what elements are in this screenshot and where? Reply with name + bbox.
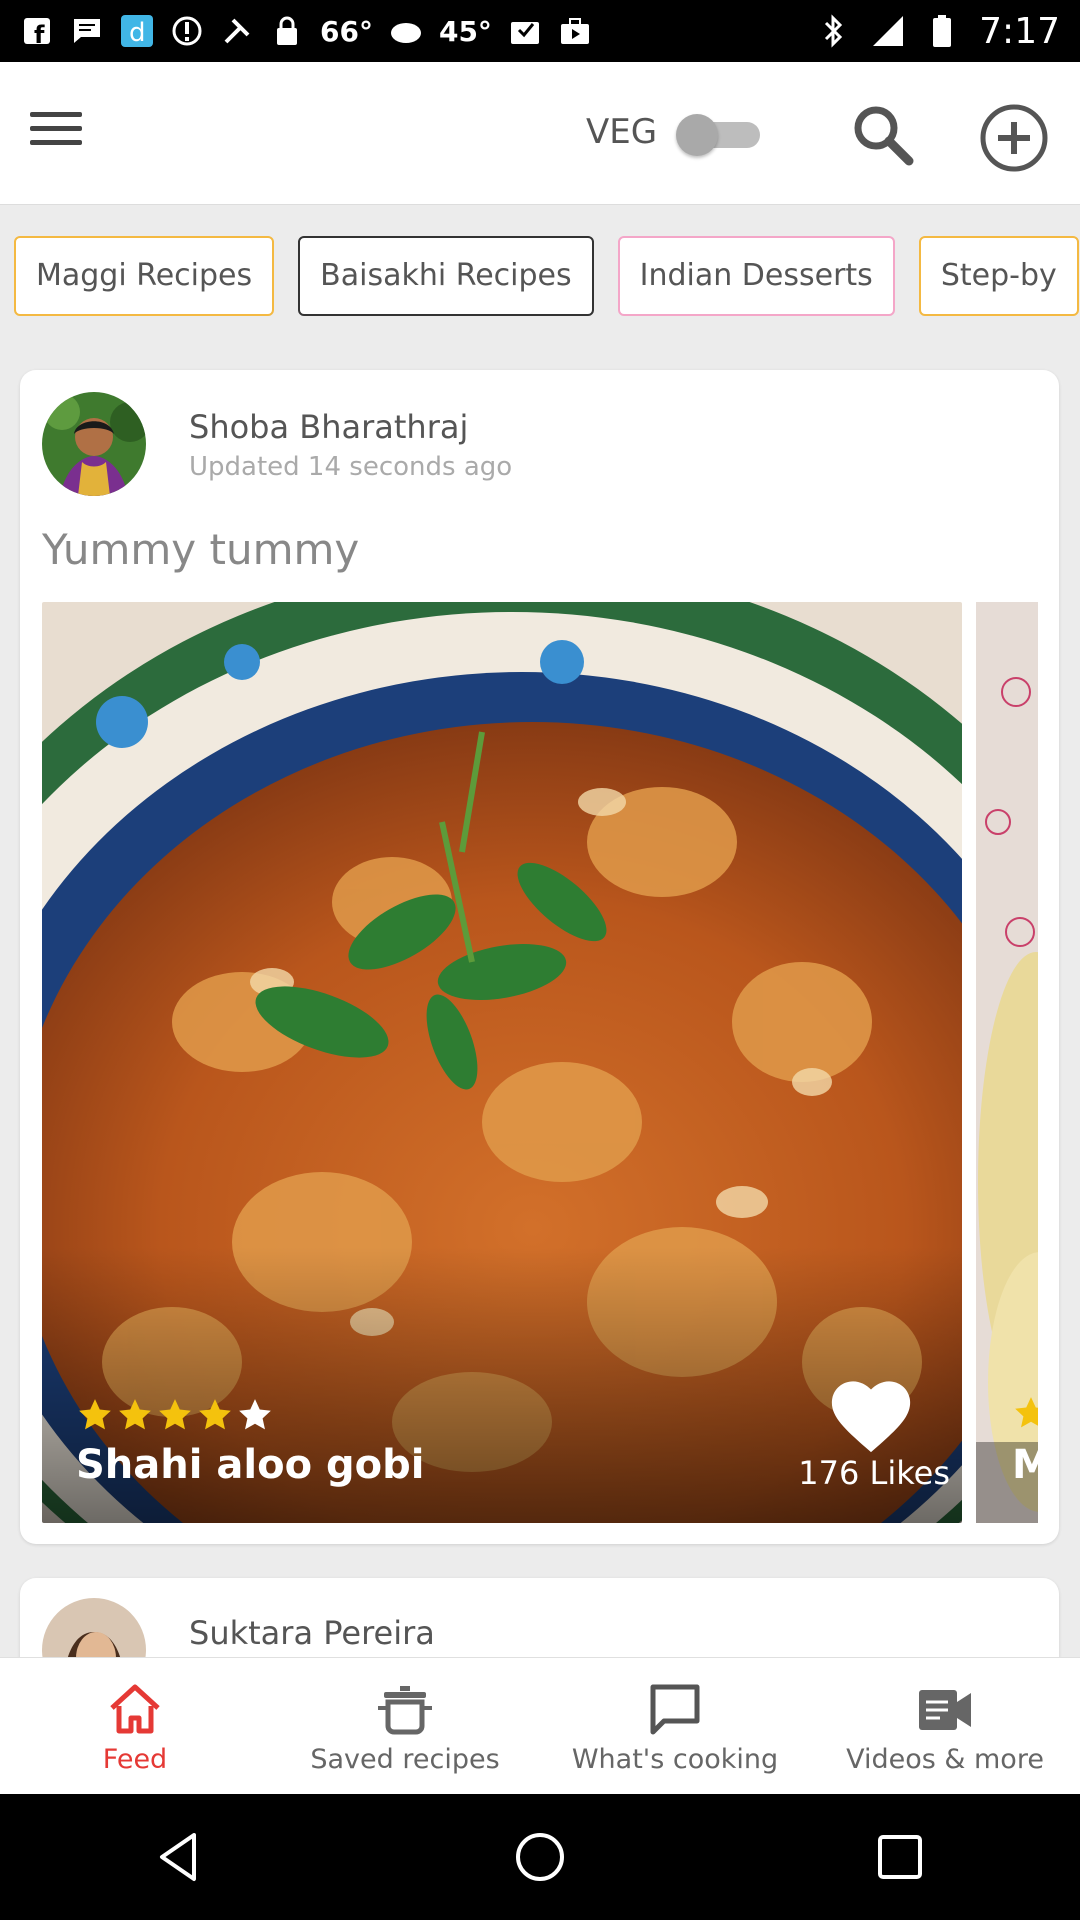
nav-whats-cooking[interactable]: What's cooking bbox=[540, 1658, 810, 1794]
likes-count: 176 Likes bbox=[798, 1454, 950, 1492]
rating-stars bbox=[76, 1396, 274, 1434]
svg-text:f: f bbox=[34, 21, 45, 46]
status-bar: f d 66° 45° 7:17 bbox=[0, 0, 1080, 62]
chip-maggi-recipes[interactable]: Maggi Recipes bbox=[14, 236, 275, 316]
home-icon bbox=[110, 1684, 160, 1734]
bluetooth-icon bbox=[817, 14, 851, 48]
next-recipe-name[interactable]: M bbox=[1012, 1442, 1038, 1488]
nav-feed[interactable]: Feed bbox=[0, 1658, 270, 1794]
recipe-name[interactable]: Shahi aloo gobi bbox=[76, 1442, 424, 1488]
facebook-notification-icon: f bbox=[20, 14, 54, 48]
lock-icon bbox=[270, 14, 304, 48]
message-notification-icon bbox=[70, 14, 104, 48]
nav-label: Videos & more bbox=[846, 1744, 1044, 1775]
nav-label: Saved recipes bbox=[310, 1744, 500, 1775]
chip-baisakhi-recipes[interactable]: Baisakhi Recipes bbox=[298, 236, 594, 316]
nav-label: What's cooking bbox=[571, 1744, 779, 1775]
nav-label: Feed bbox=[102, 1744, 168, 1775]
weather-temp-1: 66° bbox=[320, 14, 373, 48]
author-name[interactable]: Suktara Pereira bbox=[189, 1614, 435, 1652]
back-icon[interactable] bbox=[150, 1827, 210, 1887]
menu-icon[interactable] bbox=[30, 112, 82, 152]
add-recipe-icon[interactable] bbox=[978, 102, 1050, 174]
veg-toggle[interactable] bbox=[676, 114, 764, 156]
svg-text:d: d bbox=[129, 18, 146, 48]
nav-saved-recipes[interactable]: Saved recipes bbox=[270, 1658, 540, 1794]
chip-indian-desserts[interactable]: Indian Desserts bbox=[617, 236, 895, 316]
video-icon bbox=[919, 1690, 971, 1730]
bottom-navigation: Feed Saved recipes What's cooking Videos… bbox=[0, 1657, 1080, 1794]
blocked-icon bbox=[170, 14, 204, 48]
like-heart-icon[interactable] bbox=[826, 1372, 916, 1454]
star-empty-icon bbox=[239, 1399, 271, 1430]
avatar[interactable] bbox=[42, 392, 146, 496]
feed-card: Shoba Bharathraj Updated 14 seconds ago … bbox=[20, 370, 1059, 1544]
inbox-icon bbox=[508, 14, 542, 48]
star-icon bbox=[159, 1399, 191, 1430]
star-icon bbox=[79, 1399, 111, 1430]
veg-toggle-knob bbox=[676, 114, 718, 156]
battery-icon bbox=[925, 14, 959, 48]
nav-videos-more[interactable]: Videos & more bbox=[810, 1658, 1080, 1794]
clock: 7:17 bbox=[979, 10, 1060, 52]
briefcase-icon bbox=[558, 14, 592, 48]
chat-icon bbox=[650, 1684, 700, 1735]
weather-temp-2: 45° bbox=[438, 14, 492, 48]
category-chips: Maggi Recipes Baisakhi Recipes Indian Dess… bbox=[14, 236, 1080, 316]
recipe-image[interactable]: Shahi aloo gobi 176 Likes bbox=[42, 602, 962, 1523]
search-icon[interactable] bbox=[850, 102, 916, 168]
cloud-icon bbox=[389, 14, 423, 48]
system-navigation-bar bbox=[0, 1794, 1080, 1920]
star-icon bbox=[119, 1399, 151, 1430]
star-icon bbox=[1015, 1397, 1038, 1428]
tools-icon bbox=[220, 14, 254, 48]
veg-label: VEG bbox=[586, 112, 658, 152]
recents-icon[interactable] bbox=[870, 1827, 930, 1887]
post-title[interactable]: Yummy tummy bbox=[42, 525, 359, 574]
updated-time: Updated 14 seconds ago bbox=[189, 452, 513, 482]
app-bar: VEG bbox=[0, 62, 1080, 205]
app-d-notification-icon: d bbox=[120, 14, 154, 48]
star-icon bbox=[199, 1399, 231, 1430]
pot-icon bbox=[378, 1686, 432, 1735]
next-recipe-image[interactable]: M bbox=[976, 602, 1038, 1523]
chip-step-by-step[interactable]: Step-by bbox=[918, 236, 1079, 316]
author-name[interactable]: Shoba Bharathraj bbox=[189, 408, 468, 446]
home-button-icon[interactable] bbox=[510, 1827, 570, 1887]
signal-icon bbox=[871, 14, 905, 48]
